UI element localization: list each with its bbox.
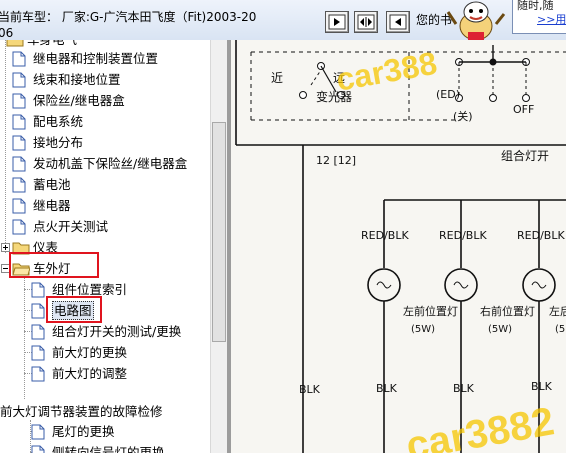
lamp-front-left: [367, 268, 401, 302]
document-icon: [31, 366, 45, 382]
label-blk: BLK: [376, 382, 398, 395]
document-icon: [12, 198, 26, 214]
tree-item-label: 保险丝/继电器盒: [33, 93, 125, 108]
lamp-rear-left: [522, 268, 556, 302]
promo-text: 随时,随: [517, 0, 554, 12]
watermark-text: car388: [333, 45, 439, 98]
promo-box[interactable]: 随时,随 >>用: [512, 0, 566, 34]
tree-item-label: 继电器和控制装置位置: [33, 51, 159, 66]
document-icon: [12, 51, 26, 67]
tree-item-label: 前大灯调节器装置的故障检修: [0, 404, 163, 419]
tree-item-label: 线束和接地位置: [33, 72, 121, 87]
label-ed: (ED): [436, 88, 460, 101]
document-icon: [12, 72, 26, 88]
document-icon: [31, 424, 45, 440]
document-icon: [31, 445, 45, 453]
scrollbar-thumb[interactable]: [212, 122, 226, 342]
tree-item-label: 尾灯的更换: [52, 424, 115, 439]
tree-item-label: 配电系统: [33, 114, 84, 129]
document-icon: [12, 177, 26, 193]
lamp-label: 左前位置灯: [403, 304, 458, 318]
label-blk: BLK: [299, 383, 321, 396]
label-blk: BLK: [453, 382, 475, 395]
watermark-text: car3882: [403, 399, 557, 453]
tree-item-label: 侧转向信号灯的更换: [52, 445, 165, 453]
lamp-label: 右前位置灯: [480, 304, 535, 318]
label-red-blk: RED/BLK: [517, 229, 565, 242]
label-combo-switch: 组合灯开: [501, 148, 549, 163]
tree-item-label: 接地分布: [33, 135, 84, 150]
label-off: OFF: [513, 103, 534, 116]
tree-item-label: 蓄电池: [33, 177, 71, 192]
highlight-box: [9, 252, 99, 278]
circuit-diagram-view: 近 远 变光器 (ED) OFF (关) 12 [12] 组合灯开 RED/BL…: [231, 40, 566, 453]
app-window: 当前车型： 厂家:G-广汽本田飞度（Fit)2003-2006 您的书 随时,随…: [0, 0, 566, 453]
lamp-front-right: [444, 268, 478, 302]
switch-arm: [310, 69, 322, 86]
tree-scrollbar[interactable]: [210, 40, 227, 453]
tree-item-label: 前大灯的更换: [52, 345, 128, 360]
document-icon: [12, 93, 26, 109]
next-page-button[interactable]: [325, 11, 349, 33]
document-icon: [12, 135, 26, 151]
promo-link[interactable]: >>用: [537, 13, 566, 27]
arrow-left-icon: [389, 14, 407, 30]
document-icon: [12, 219, 26, 235]
tree-item-label: 继电器: [33, 198, 71, 213]
document-icon: [12, 114, 26, 130]
tree-item-label: 组合灯开关的测试/更换: [52, 324, 182, 339]
label-red-blk: RED/BLK: [439, 229, 487, 242]
switch-contact: [299, 91, 307, 99]
label-bracket: (关): [453, 109, 473, 123]
document-icon: [31, 324, 45, 340]
tree-connector: [24, 273, 25, 399]
folder-open-icon: [6, 40, 24, 47]
navigation-tree: 车身电气 继电器和控制装置位置 线束和接地位置 保险丝/继电器盒 配电系统 接地…: [0, 40, 210, 453]
tree-connector: [5, 40, 6, 253]
document-icon: [12, 156, 26, 172]
document-icon: [31, 303, 45, 319]
mascot-character-icon[interactable]: [446, 0, 506, 44]
arrow-right-icon: [328, 14, 346, 30]
expand-toggle[interactable]: [1, 243, 10, 252]
expand-horizontal-icon: [357, 14, 375, 30]
current-car-model: 当前车型： 厂家:G-广汽本田飞度（Fit)2003-2006: [0, 10, 257, 40]
highlight-box: [46, 296, 102, 323]
previous-page-button[interactable]: [386, 11, 410, 33]
tree-item-label: 前大灯的调整: [52, 366, 128, 381]
document-icon: [31, 345, 45, 361]
circuit-diagram: 近 远 变光器 (ED) OFF (关) 12 [12] 组合灯开 RED/BL…: [235, 40, 566, 453]
title-bar: 当前车型： 厂家:G-广汽本田飞度（Fit)2003-2006 您的书 随时,随…: [0, 0, 566, 41]
lamp-wattage: (5: [555, 324, 565, 335]
label-blk: BLK: [531, 380, 553, 393]
document-icon: [31, 282, 45, 298]
label-wire-12: 12 [12]: [316, 154, 356, 167]
tree-item-label: 发动机盖下保险丝/继电器盒: [33, 156, 188, 171]
label-red-blk: RED/BLK: [361, 229, 409, 242]
tree-item-label: 点火开关测试: [33, 219, 109, 234]
lamp-wattage: (5W): [488, 324, 512, 335]
fit-page-button[interactable]: [354, 11, 378, 33]
lamp-wattage: (5W): [411, 324, 435, 335]
lamp-label: 左后: [549, 305, 566, 318]
label-near: 近: [271, 71, 283, 85]
